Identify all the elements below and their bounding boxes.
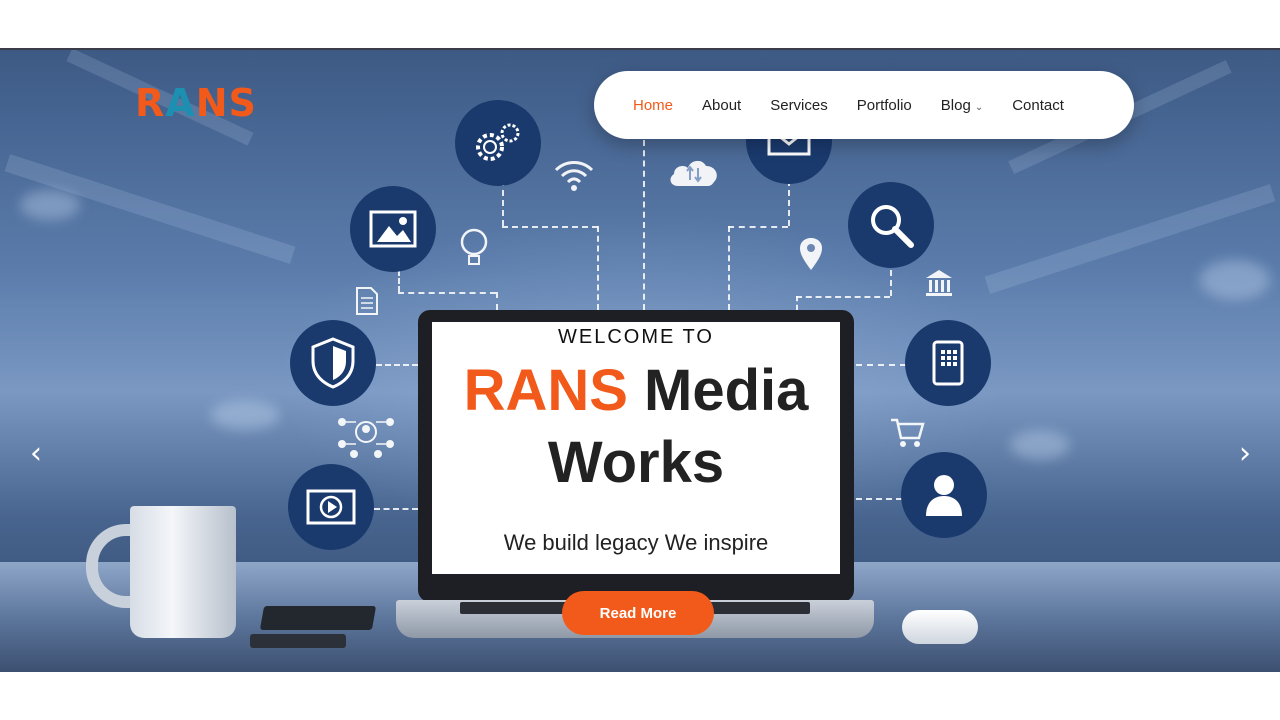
search-icon — [848, 182, 934, 268]
connector-line — [856, 364, 906, 366]
nav-about[interactable]: About — [702, 97, 741, 114]
logo-text-r: R — [135, 81, 166, 125]
logo-text-a: A — [165, 81, 196, 125]
prev-slide-arrow[interactable]: ‹ — [21, 436, 51, 471]
connector-line — [796, 296, 798, 310]
hero-tagline: We build legacy We inspire — [503, 530, 769, 555]
coffee-mug — [130, 506, 236, 638]
wifi-icon — [554, 158, 594, 192]
image-icon — [350, 186, 436, 272]
connector-line — [890, 270, 892, 296]
connector-line — [728, 226, 730, 310]
bg-light — [210, 400, 280, 430]
hero-title: RANS Media — [432, 362, 840, 420]
location-pin-icon — [798, 236, 824, 272]
connector-line — [502, 226, 598, 228]
hero-slider: WELCOME TO RANS Media Works We build leg… — [0, 48, 1280, 672]
connector-line — [796, 296, 890, 298]
cart-icon — [889, 416, 925, 448]
connector-line — [728, 226, 788, 228]
bank-icon — [924, 268, 954, 298]
chevron-down-icon: ⌄ — [974, 101, 984, 113]
connector-line — [502, 180, 504, 226]
connector-line — [597, 226, 599, 310]
logo-text-ns: NS — [195, 81, 257, 125]
connector-line — [496, 292, 498, 310]
nav-portfolio[interactable]: Portfolio — [857, 97, 912, 114]
laptop-screen: WELCOME TO RANS Media Works We build leg… — [432, 322, 840, 574]
main-nav: Home About Services Portfolio Blog ⌄ Cont… — [594, 71, 1134, 139]
video-icon — [288, 464, 374, 550]
nav-services[interactable]: Services — [770, 97, 828, 114]
nav-blog[interactable]: Blog ⌄ — [941, 97, 983, 114]
document-icon — [355, 286, 379, 316]
nav-home[interactable]: Home — [633, 97, 673, 114]
bg-light — [20, 190, 80, 220]
nav-blog-label: Blog — [940, 96, 971, 114]
connector-line — [856, 498, 902, 500]
brand-logo[interactable]: RANS — [135, 84, 257, 122]
hard-drive — [259, 606, 377, 630]
network-icon — [334, 412, 398, 458]
welcome-text: WELCOME TO — [558, 326, 714, 348]
connector-line — [398, 270, 400, 292]
shield-icon — [290, 320, 376, 406]
cloud-icon — [666, 154, 722, 190]
hero-title-brand: RANS — [463, 358, 628, 423]
gears-icon — [455, 100, 541, 186]
hero-title-rest: Media — [627, 358, 809, 423]
mouse — [902, 610, 978, 644]
nav-contact[interactable]: Contact — [1012, 97, 1064, 114]
connector-line — [374, 508, 418, 510]
connector-line — [376, 364, 418, 366]
phone — [250, 634, 346, 648]
hero-title-line2: Works — [547, 430, 725, 495]
bg-light — [1010, 430, 1070, 460]
connector-line — [643, 140, 645, 310]
lightbulb-icon — [458, 226, 490, 270]
next-slide-arrow[interactable]: › — [1230, 436, 1260, 471]
read-more-button[interactable]: Read More — [562, 591, 714, 635]
tablet-icon — [905, 320, 991, 406]
connector-line — [398, 292, 496, 294]
bg-light — [1200, 260, 1270, 300]
user-icon — [901, 452, 987, 538]
connector-line — [788, 180, 790, 226]
